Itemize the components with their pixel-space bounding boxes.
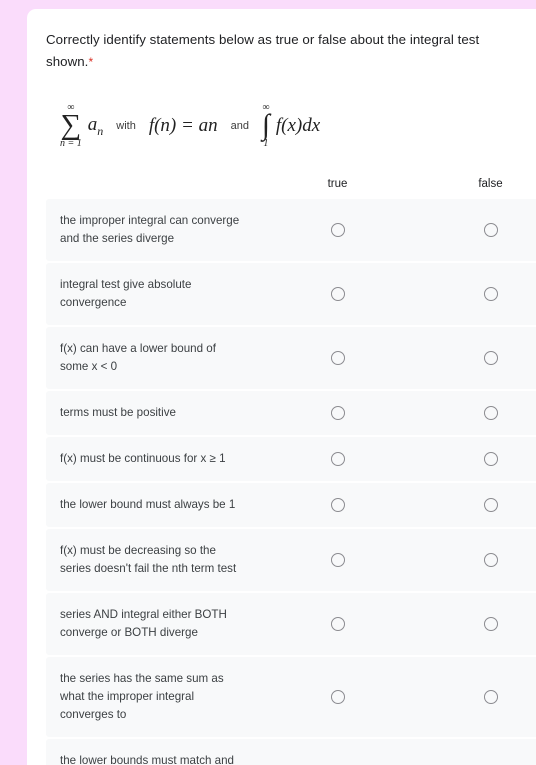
question-title: Correctly identify statements below as t… bbox=[46, 29, 508, 73]
function-equation-base: f(n) = a bbox=[148, 115, 209, 136]
radio-false[interactable] bbox=[483, 287, 498, 301]
grid-cell-false[interactable] bbox=[414, 287, 536, 301]
function-equation: f(n) = an bbox=[149, 115, 218, 137]
series-expression: ∞ ∑ n = 1 an bbox=[60, 103, 103, 149]
radio-false[interactable] bbox=[483, 690, 498, 704]
grid-row: the lower bounds must match and sometime… bbox=[46, 739, 536, 765]
grid-row-label: the lower bounds must match and sometime… bbox=[60, 754, 235, 765]
radio-true[interactable] bbox=[330, 223, 345, 237]
radio-false[interactable] bbox=[483, 351, 498, 365]
grid-row-label: the improper integral can converge and t… bbox=[60, 214, 240, 245]
grid-cell-true[interactable] bbox=[261, 498, 414, 512]
radio-true[interactable] bbox=[330, 287, 345, 301]
grid-cell-false[interactable] bbox=[414, 452, 536, 466]
integral-sign-icon: ∫ bbox=[261, 109, 270, 142]
grid-cell-true[interactable] bbox=[261, 351, 414, 365]
grid-cell-false[interactable] bbox=[414, 617, 536, 631]
grid-row-label: the lower bound must always be 1 bbox=[60, 498, 236, 511]
function-equation-subscript: n bbox=[208, 115, 218, 136]
grid-cell-false[interactable] bbox=[414, 498, 536, 512]
grid-row: f(x) can have a lower bound of some x < … bbox=[46, 327, 536, 389]
grid-cell-true[interactable] bbox=[261, 553, 414, 567]
grid-row: integral test give absolute convergence bbox=[46, 263, 536, 325]
integral-lower-limit: 1 bbox=[263, 137, 269, 149]
sum-term: an bbox=[88, 114, 104, 139]
grid-cell-true[interactable] bbox=[261, 223, 414, 237]
grid-row-label: integral test give absolute convergence bbox=[60, 278, 192, 309]
radio-true[interactable] bbox=[330, 553, 345, 567]
radio-true[interactable] bbox=[330, 690, 345, 704]
radio-false[interactable] bbox=[483, 406, 498, 420]
grid-row: series AND integral either BOTH converge… bbox=[46, 593, 536, 655]
radio-true[interactable] bbox=[330, 452, 345, 466]
grid-cell-false[interactable] bbox=[414, 553, 536, 567]
grid-cell-true[interactable] bbox=[261, 406, 414, 420]
grid-row: the series has the same sum as what the … bbox=[46, 657, 536, 737]
required-asterisk: * bbox=[88, 55, 94, 69]
integral-test-formula: ∞ ∑ n = 1 an with f(n) = an and ∞ ∫ 1 f(… bbox=[60, 97, 517, 155]
radio-true[interactable] bbox=[330, 498, 345, 512]
radio-true[interactable] bbox=[330, 406, 345, 420]
column-header-true: true bbox=[327, 178, 348, 190]
connector-with: with bbox=[116, 120, 136, 132]
column-header-false: false bbox=[478, 178, 503, 190]
summation-operator: ∞ ∑ n = 1 bbox=[60, 103, 82, 149]
grid-row: f(x) must be decreasing so the series do… bbox=[46, 529, 536, 591]
sum-term-subscript: n bbox=[97, 123, 104, 138]
grid-cell-true[interactable] bbox=[261, 452, 414, 466]
grid-row: the lower bound must always be 1 bbox=[46, 483, 536, 527]
radio-false[interactable] bbox=[483, 223, 498, 237]
true-false-grid: true false the improper integral can con… bbox=[46, 169, 536, 765]
sum-lower-limit: n = 1 bbox=[60, 137, 82, 149]
grid-row: f(x) must be continuous for x ≥ 1 bbox=[46, 437, 536, 481]
grid-row-label: f(x) must be continuous for x ≥ 1 bbox=[60, 452, 226, 465]
radio-true[interactable] bbox=[330, 617, 345, 631]
grid-row: terms must be positive bbox=[46, 391, 536, 435]
grid-header-row: true false bbox=[46, 169, 536, 199]
radio-false[interactable] bbox=[483, 617, 498, 631]
form-card-content: Correctly identify statements below as t… bbox=[27, 9, 536, 765]
grid-body: the improper integral can converge and t… bbox=[46, 199, 536, 765]
integral-expression: ∞ ∫ 1 f(x)dx bbox=[262, 103, 320, 149]
integrand: f(x)dx bbox=[275, 114, 321, 136]
grid-cell-false[interactable] bbox=[414, 406, 536, 420]
radio-false[interactable] bbox=[483, 553, 498, 567]
grid-row-label: series AND integral either BOTH converge… bbox=[60, 608, 227, 639]
grid-cell-false[interactable] bbox=[414, 351, 536, 365]
grid-cell-true[interactable] bbox=[261, 617, 414, 631]
grid-cell-true[interactable] bbox=[261, 690, 414, 704]
grid-cell-false[interactable] bbox=[414, 223, 536, 237]
grid-row-label: f(x) can have a lower bound of some x < … bbox=[60, 342, 216, 373]
grid-row-label: the series has the same sum as what the … bbox=[60, 672, 224, 721]
radio-false[interactable] bbox=[483, 452, 498, 466]
radio-false[interactable] bbox=[483, 498, 498, 512]
grid-row: the improper integral can converge and t… bbox=[46, 199, 536, 261]
sum-term-base: a bbox=[87, 113, 98, 135]
grid-cell-true[interactable] bbox=[261, 287, 414, 301]
form-card: Correctly identify statements below as t… bbox=[27, 9, 536, 765]
question-title-text: Correctly identify statements below as t… bbox=[46, 32, 480, 69]
grid-row-label: f(x) must be decreasing so the series do… bbox=[60, 544, 237, 575]
integral-operator: ∞ ∫ 1 bbox=[262, 103, 270, 149]
grid-cell-false[interactable] bbox=[414, 690, 536, 704]
grid-row-label: terms must be positive bbox=[60, 406, 176, 419]
radio-true[interactable] bbox=[330, 351, 345, 365]
sigma-icon: ∑ bbox=[60, 109, 82, 142]
connector-and: and bbox=[230, 120, 249, 132]
